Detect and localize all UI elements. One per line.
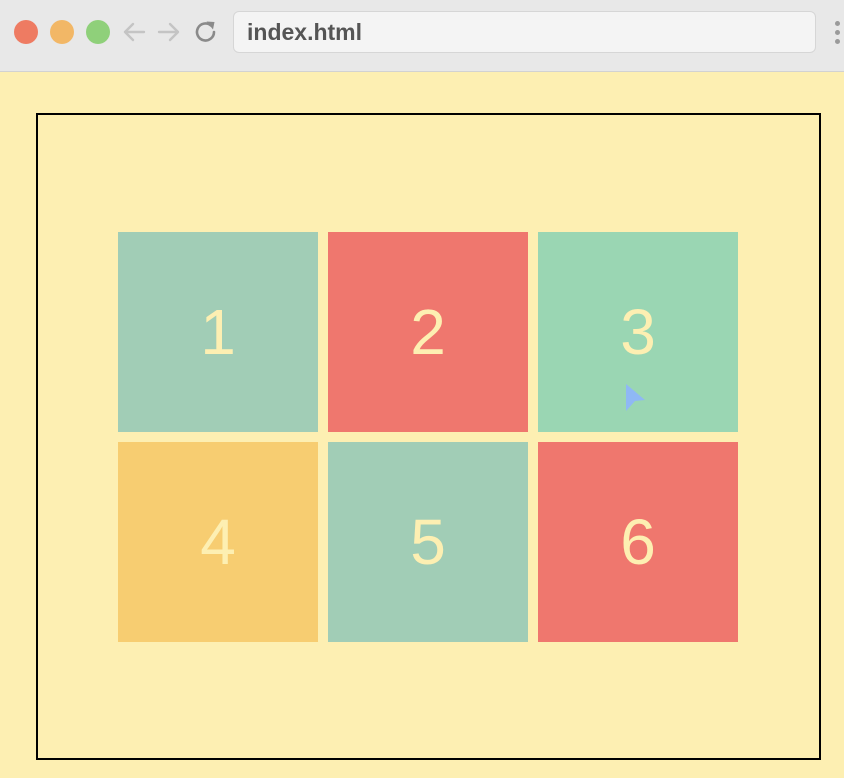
page-viewport: 1 2 3 4 5 6: [0, 73, 844, 778]
forward-arrow-icon[interactable]: [155, 18, 183, 46]
grid-item: 5: [328, 442, 528, 642]
grid-item: 4: [118, 442, 318, 642]
menu-dots-icon[interactable]: [833, 18, 841, 48]
window-minimize-button[interactable]: [50, 20, 74, 44]
bordered-container: 1 2 3 4 5 6: [36, 113, 821, 760]
grid-container: 1 2 3 4 5 6: [118, 232, 738, 642]
mouse-pointer-icon: [622, 382, 648, 412]
grid-item: 2: [328, 232, 528, 432]
address-bar[interactable]: index.html: [233, 11, 816, 53]
window-close-button[interactable]: [14, 20, 38, 44]
window-maximize-button[interactable]: [86, 20, 110, 44]
reload-icon[interactable]: [192, 18, 220, 46]
grid-item: 1: [118, 232, 318, 432]
back-arrow-icon[interactable]: [120, 18, 148, 46]
browser-toolbar: index.html: [0, 0, 844, 72]
grid-item: 6: [538, 442, 738, 642]
